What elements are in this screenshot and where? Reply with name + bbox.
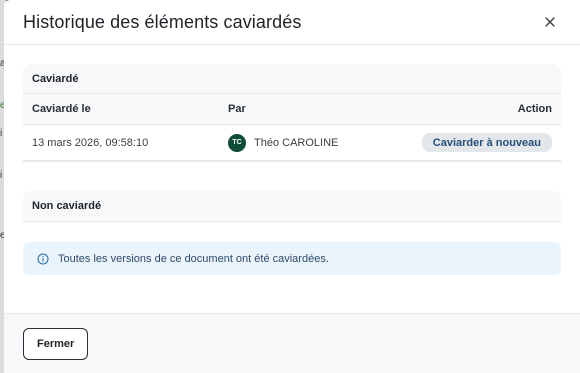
close-button[interactable] bbox=[540, 12, 560, 32]
info-message: Toutes les versions de ce document ont é… bbox=[58, 252, 329, 265]
avatar: TC bbox=[228, 133, 246, 152]
column-header-action: Action bbox=[517, 103, 552, 115]
info-icon bbox=[37, 252, 49, 265]
column-header-by: Par bbox=[228, 103, 246, 115]
dialog-title: Historique des éléments caviardés bbox=[23, 11, 302, 32]
table-header: Caviardé le Par Action bbox=[23, 94, 561, 125]
redact-again-button[interactable]: Caviarder à nouveau bbox=[421, 133, 552, 152]
non-redacted-section-title: Non caviardé bbox=[32, 200, 102, 212]
close-dialog-button[interactable]: Fermer bbox=[23, 327, 89, 360]
non-redacted-panel: Non caviardé bbox=[23, 191, 561, 222]
action-cell: Caviarder à nouveau bbox=[390, 133, 552, 152]
background-fragment: i bbox=[0, 128, 3, 139]
redacted-section-title: Caviardé bbox=[23, 64, 561, 94]
background-fragment: i bbox=[0, 170, 3, 181]
dialog-body: Caviardé Caviardé le Par Action 13 mars … bbox=[4, 45, 580, 313]
dialog-footer: Fermer bbox=[4, 313, 580, 373]
redaction-history-dialog: Historique des éléments caviardés Caviar… bbox=[4, 0, 580, 373]
redaction-date: 13 mars 2026, 09:58:10 bbox=[32, 136, 149, 149]
table-row: 13 mars 2026, 09:58:10 TC Théo CAROLINE … bbox=[23, 125, 561, 161]
column-header-date: Caviardé le bbox=[32, 103, 91, 115]
redacted-by-user: TC Théo CAROLINE bbox=[228, 133, 390, 152]
redacted-panel: Caviardé Caviardé le Par Action 13 mars … bbox=[23, 64, 561, 162]
info-banner: Toutes les versions de ce document ont é… bbox=[23, 242, 561, 275]
close-icon bbox=[545, 17, 555, 27]
user-name: Théo CAROLINE bbox=[254, 136, 339, 149]
dialog-header: Historique des éléments caviardés bbox=[4, 0, 580, 45]
